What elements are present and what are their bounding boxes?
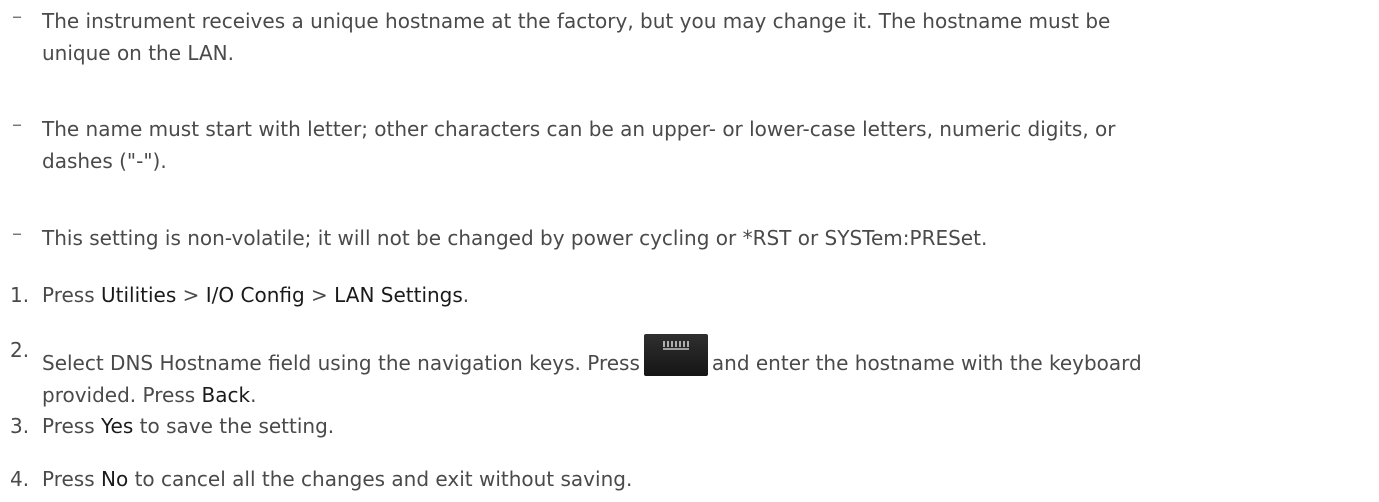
dash-marker: – (12, 112, 22, 136)
step-text-before-icon: Select DNS Hostname field using the navi… (42, 351, 640, 375)
step-line: provided. Press Back. (42, 379, 1342, 411)
step-end: . (250, 383, 257, 407)
step-number: 1. (10, 283, 30, 307)
step-text: Press No to cancel all the changes and e… (42, 463, 1342, 495)
key-yes: Yes (101, 414, 134, 438)
note-line: The name must start with letter; other c… (42, 117, 1116, 141)
step-rest: to save the setting. (139, 414, 335, 438)
document-body: – The instrument receives a unique hostn… (0, 0, 1379, 502)
dash-marker: – (12, 4, 22, 28)
step-text: Press Yes to save the setting. (42, 410, 1342, 442)
menu-io-config: I/O Config (205, 283, 305, 307)
menu-separator: > (311, 283, 328, 307)
press-word: Press (42, 467, 95, 491)
note-line: dashes ("-"). (42, 149, 167, 173)
step-number: 3. (10, 414, 30, 438)
note-text: This setting is non-volatile; it will no… (42, 222, 1342, 254)
keyboard-key-icon (643, 334, 708, 376)
key-back: Back (201, 383, 251, 407)
note-line: unique on the LAN. (42, 41, 234, 65)
menu-separator: > (182, 283, 200, 307)
menu-utilities: Utilities (101, 283, 177, 307)
menu-lan-settings: LAN Settings (334, 283, 463, 307)
step-text: Press Utilities > I/O Config > LAN Setti… (42, 279, 1342, 311)
note-line: This setting is non-volatile; it will no… (42, 226, 988, 250)
step-text-provided: provided. Press (42, 383, 196, 407)
note-text: The instrument receives a unique hostnam… (42, 5, 1342, 69)
step-line: Select DNS Hostname field using the navi… (42, 334, 1342, 379)
note-line: The instrument receives a unique hostnam… (42, 9, 1111, 33)
step-rest: to cancel all the changes and exit witho… (134, 467, 633, 491)
press-word: Press (42, 414, 95, 438)
key-no: No (101, 467, 129, 491)
step-text: Select DNS Hostname field using the navi… (42, 334, 1342, 411)
step-number: 4. (10, 467, 30, 491)
step-text-after-icon: and enter the hostname with the keyboard (711, 351, 1142, 375)
dash-marker: – (12, 221, 22, 245)
note-text: The name must start with letter; other c… (42, 113, 1342, 177)
step-number: 2. (10, 338, 30, 362)
press-word: Press (42, 283, 95, 307)
step-end: . (462, 283, 470, 307)
